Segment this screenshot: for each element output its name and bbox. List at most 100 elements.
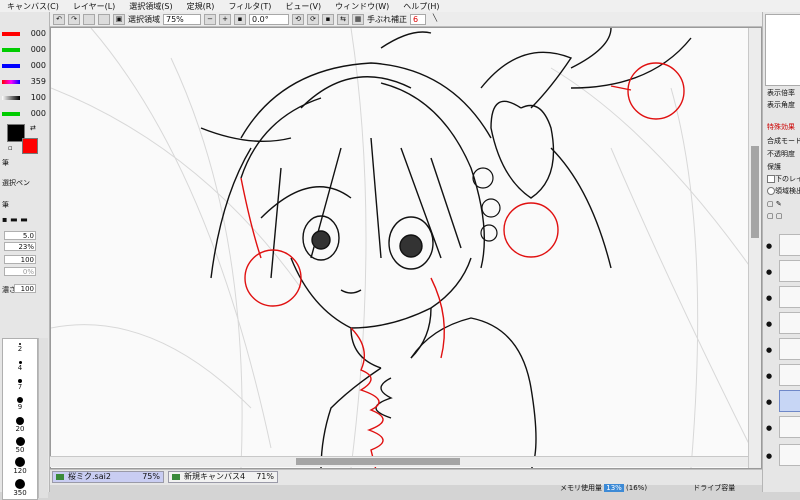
color-slider-r[interactable]: 000 xyxy=(0,28,48,40)
canvas-horizontal-scrollbar[interactable] xyxy=(50,456,750,467)
angle-label: 表示角度 xyxy=(767,101,795,109)
selection-toggle-checkbox[interactable]: ▣ xyxy=(113,13,125,25)
layer-thumbnail[interactable] xyxy=(779,416,800,438)
visibility-eye-icon[interactable]: ● xyxy=(766,452,774,460)
color-bar-g xyxy=(2,48,20,52)
visibility-eye-icon[interactable]: ● xyxy=(766,294,774,302)
artwork-svg xyxy=(51,28,752,468)
rotate-reset-icon[interactable]: ▪ xyxy=(322,13,334,25)
color-slider-h[interactable]: 359 xyxy=(0,76,48,88)
brush-size-item[interactable]: 9 xyxy=(3,397,37,411)
layer-thumbnail[interactable] xyxy=(779,444,800,466)
memory-value: 13% xyxy=(604,484,624,492)
color-bar-r xyxy=(2,32,20,36)
brush-size-item[interactable]: 20 xyxy=(3,417,37,433)
visibility-eye-icon[interactable]: ● xyxy=(766,398,774,406)
tab-new-canvas-4[interactable]: 新規キャンバス4 71% xyxy=(168,471,278,483)
visibility-eye-icon[interactable]: ● xyxy=(766,372,774,380)
flip-icon[interactable]: ⇆ xyxy=(337,13,349,25)
ribbon-lineart xyxy=(480,28,692,269)
min-size-field[interactable]: 23% xyxy=(4,242,36,251)
tab-sakura-miku[interactable]: 桜ミク.sai2 75% xyxy=(52,471,164,483)
rotate-left-icon[interactable]: ⟲ xyxy=(292,13,304,25)
brush-size-item[interactable]: 7 xyxy=(3,379,37,391)
brush-label: 筆 xyxy=(2,159,9,167)
brush-label-2: 筆 xyxy=(2,201,9,209)
rotation-field[interactable]: 0.0° xyxy=(249,13,289,25)
menu-window[interactable]: ウィンドウ(W) xyxy=(328,1,396,12)
layer-thumbnail[interactable] xyxy=(779,260,800,282)
pen-tool-label[interactable]: 選択ペン xyxy=(2,178,30,188)
swap-colors-icon[interactable]: ⇄ xyxy=(30,124,36,132)
pen-pressure-icon[interactable]: ╲ xyxy=(429,14,441,25)
horizontal-scroll-thumb[interactable] xyxy=(296,458,460,465)
layer-thumbnail[interactable] xyxy=(779,286,800,308)
size-field[interactable]: 5.0 xyxy=(4,231,36,240)
visibility-eye-icon[interactable]: ● xyxy=(766,242,774,250)
invert-selection-button[interactable] xyxy=(98,13,110,25)
layer-thumbnail-selected[interactable] xyxy=(779,390,800,412)
blur-field[interactable]: 0% xyxy=(4,267,36,276)
hair-lineart xyxy=(200,31,492,279)
color-bar-b xyxy=(2,64,20,68)
brush-size-item[interactable]: 120 xyxy=(3,457,37,475)
color-value-b: 000 xyxy=(30,61,46,70)
memory-label: メモリ使用量 xyxy=(560,484,602,492)
layer-tools-icon[interactable]: ▢ ✎ xyxy=(767,200,782,208)
visibility-eye-icon[interactable]: ● xyxy=(766,320,774,328)
transparent-color-icon[interactable]: ▫ xyxy=(8,144,13,152)
menu-ruler[interactable]: 定規(R) xyxy=(180,1,222,12)
color-value-h: 359 xyxy=(30,77,46,86)
drawing-canvas[interactable] xyxy=(50,27,762,469)
zoom-field[interactable]: 75% xyxy=(163,13,201,25)
layer-thumbnail[interactable] xyxy=(779,364,800,386)
stabilizer-field[interactable]: 6 xyxy=(410,13,426,25)
visibility-eye-icon[interactable]: ● xyxy=(766,424,774,432)
color-bar-s xyxy=(2,96,20,100)
density-field[interactable]: 100 xyxy=(4,255,36,264)
rotate-right-icon[interactable]: ⟳ xyxy=(307,13,319,25)
menu-selection[interactable]: 選択領域(S) xyxy=(122,1,179,12)
navigator-preview[interactable] xyxy=(765,14,800,86)
menu-view[interactable]: ビュー(V) xyxy=(278,1,328,12)
brush-size-item[interactable]: 4 xyxy=(3,361,37,372)
visibility-eye-icon[interactable]: ● xyxy=(766,346,774,354)
zoom-out-icon[interactable]: − xyxy=(204,13,216,25)
color-slider-v[interactable]: 000 xyxy=(0,108,48,120)
menu-canvas[interactable]: キャンバス(C) xyxy=(0,1,66,12)
clip-lower-label: 下のレイ xyxy=(775,175,800,183)
layer-tools-icon-2[interactable]: ▢ ▢ xyxy=(767,212,782,220)
brush-list-scrollbar[interactable] xyxy=(38,338,48,498)
color-value-v: 000 xyxy=(30,109,46,118)
menu-help[interactable]: ヘルプ(H) xyxy=(396,1,446,12)
background-color-swatch[interactable] xyxy=(22,138,38,154)
vertical-scroll-thumb[interactable] xyxy=(751,146,759,238)
opacity-label: 不透明度 xyxy=(767,150,795,158)
zoom-fit-icon[interactable]: ▪ xyxy=(234,13,246,25)
redo-icon[interactable]: ↷ xyxy=(68,13,80,25)
layer-thumbnail[interactable] xyxy=(779,234,800,256)
brush-size-item[interactable]: 2 xyxy=(3,343,37,353)
area-detect-radio[interactable] xyxy=(767,187,775,195)
brush-shape-selector[interactable]: ▪ ▬ ▬ xyxy=(2,215,28,224)
density2-field[interactable]: 100 xyxy=(14,284,36,293)
zoom-in-icon[interactable]: + xyxy=(219,13,231,25)
menu-filter[interactable]: フィルタ(T) xyxy=(221,1,278,12)
color-slider-b[interactable]: 000 xyxy=(0,60,48,72)
menu-layer[interactable]: レイヤー(L) xyxy=(66,1,122,12)
layer-thumbnail[interactable] xyxy=(779,338,800,360)
brush-size-item[interactable]: 50 xyxy=(3,437,37,454)
visibility-eye-icon[interactable]: ● xyxy=(766,268,774,276)
color-value-s: 100 xyxy=(30,93,46,102)
undo-icon[interactable]: ↶ xyxy=(53,13,65,25)
canvas-icon xyxy=(172,474,180,480)
clip-lower-checkbox[interactable] xyxy=(767,175,775,183)
color-slider-s[interactable]: 100 xyxy=(0,92,48,104)
color-slider-g[interactable]: 000 xyxy=(0,44,48,56)
canvas-vertical-scrollbar[interactable] xyxy=(748,28,761,468)
effect-label[interactable]: 特殊効果 xyxy=(767,122,795,132)
brush-size-item[interactable]: 350 xyxy=(3,479,37,497)
canvas-icon xyxy=(56,474,64,480)
layer-thumbnail[interactable] xyxy=(779,312,800,334)
deselect-button[interactable] xyxy=(83,13,95,25)
